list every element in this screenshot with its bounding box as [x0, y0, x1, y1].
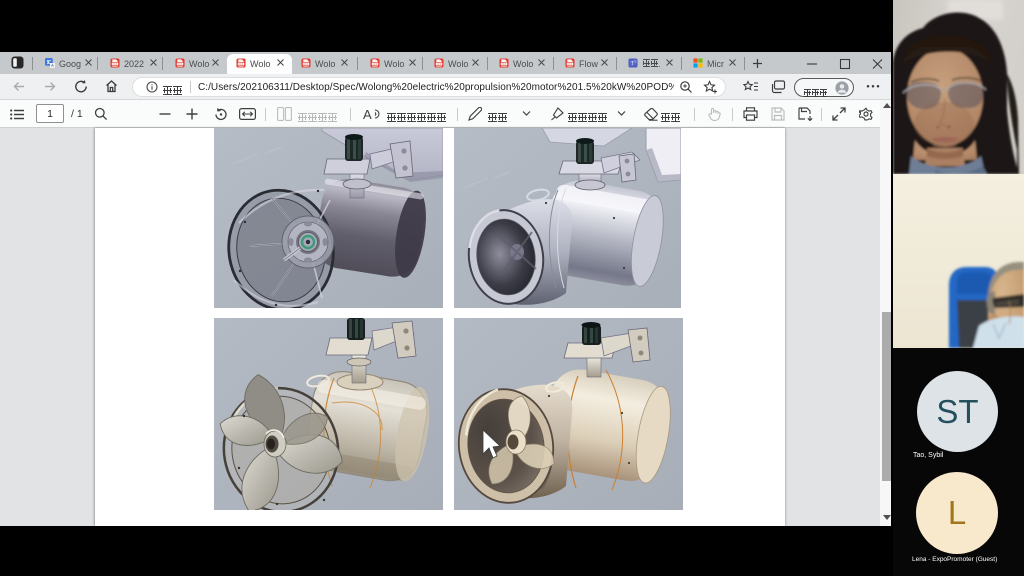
svg-text:A: A [363, 107, 372, 121]
svg-text:T: T [631, 61, 634, 67]
